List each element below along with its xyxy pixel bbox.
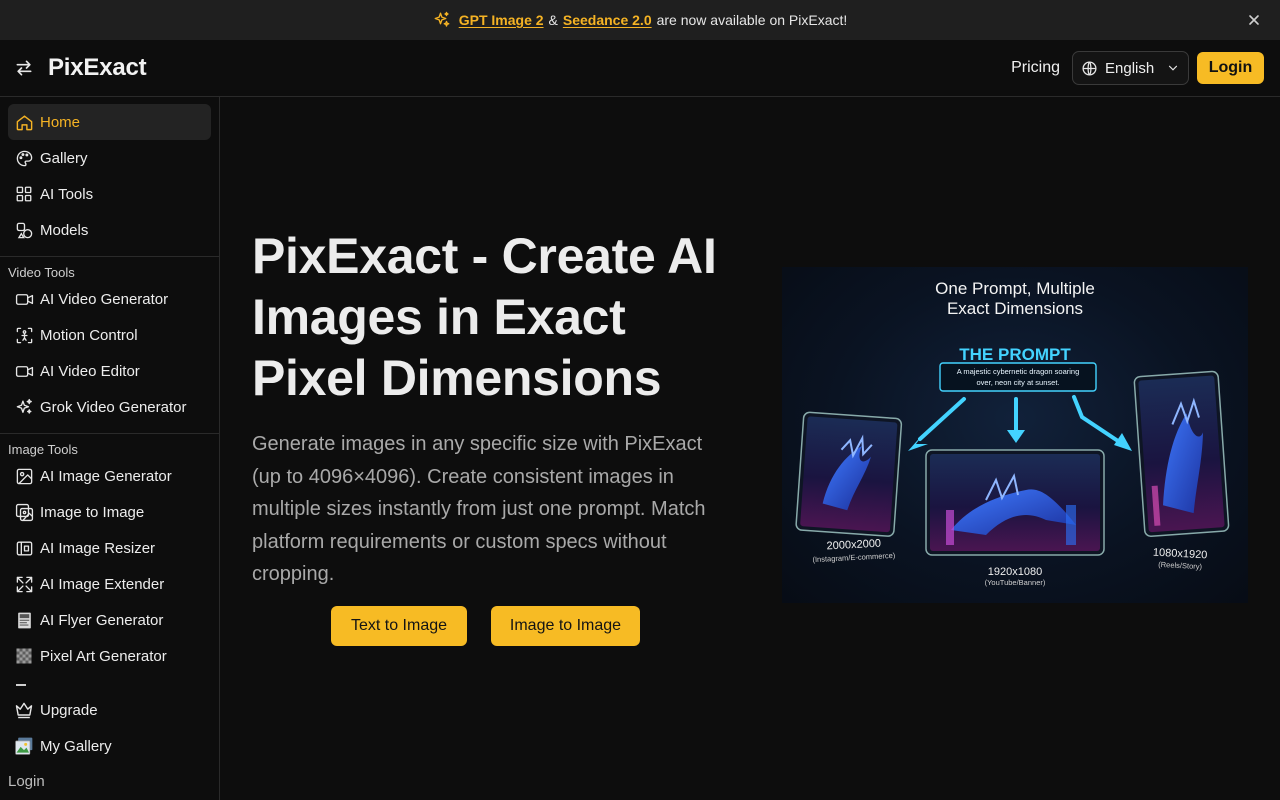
- flyer-icon: [14, 610, 34, 630]
- sidebar-item-home[interactable]: Home: [8, 104, 211, 140]
- image-to-image-button[interactable]: Image to Image: [491, 606, 640, 646]
- video-icon: [14, 361, 34, 381]
- hero-title: PixExact - Create AI Images in Exact Pix…: [252, 228, 717, 406]
- text-to-image-button[interactable]: Text to Image: [331, 606, 467, 646]
- chevron-down-icon: [1166, 61, 1180, 75]
- divider: [0, 433, 219, 434]
- center-size-label: 1920x1080: [988, 566, 1042, 578]
- pricing-link[interactable]: Pricing: [1011, 59, 1060, 77]
- sidebar-item-gallery[interactable]: Gallery: [8, 140, 211, 176]
- right-size-caption: (Reels/Story): [1158, 560, 1203, 571]
- sidebar-item-models[interactable]: Models: [8, 212, 211, 248]
- sidebar-item-label: Motion Control: [40, 326, 138, 344]
- video-icon: [14, 289, 34, 309]
- sidebar-toggle-icon[interactable]: [14, 58, 34, 78]
- sidebar-item-image-to-image[interactable]: Image to Image: [8, 494, 211, 530]
- globe-icon: [1081, 60, 1098, 77]
- resize-icon: [14, 538, 34, 558]
- sidebar-item-pixel-art-generator[interactable]: Pixel Art Generator: [8, 638, 211, 674]
- seedance-link[interactable]: Seedance 2.0: [563, 12, 652, 28]
- section-label-image-tools: Image Tools: [8, 442, 78, 457]
- sidebar-item-label: Gallery: [40, 149, 88, 167]
- announcement-text: are now available on PixExact!: [656, 12, 848, 28]
- sidebar-item-label: AI Image Resizer: [40, 539, 156, 557]
- amp-text: &: [548, 12, 558, 28]
- top-header: PixExact Pricing English Login: [0, 40, 1280, 97]
- language-select[interactable]: English: [1072, 51, 1189, 85]
- logo[interactable]: PixExact: [48, 54, 147, 82]
- prompt-line-1: A majestic cybernetic dragon soaring: [957, 367, 1080, 376]
- motion-icon: [14, 325, 34, 345]
- images-icon: [14, 502, 34, 522]
- sidebar-item-label: AI Image Generator: [40, 467, 172, 485]
- announcement-bar: GPT Image 2 & Seedance 2.0 are now avail…: [0, 0, 1280, 40]
- sparkles-icon: [433, 11, 451, 29]
- hero-image: One Prompt, Multiple Exact Dimensions TH…: [782, 267, 1248, 603]
- left-size-caption: (Instagram/E-commerce): [812, 551, 896, 564]
- expand-icon: [14, 574, 34, 594]
- sidebar-item-label: AI Tools: [40, 185, 94, 203]
- section-label-video-tools: Video Tools: [8, 265, 75, 280]
- pixel-icon: [14, 646, 34, 666]
- divider: [0, 256, 219, 257]
- sidebar-item-label: Models: [40, 221, 89, 239]
- sidebar-item-motion-control[interactable]: Motion Control: [8, 317, 211, 353]
- sidebar-login-link[interactable]: Login: [8, 773, 45, 790]
- sidebar-item-grok-video-generator[interactable]: Grok Video Generator: [8, 389, 211, 425]
- sidebar-item-ai-video-editor[interactable]: AI Video Editor: [8, 353, 211, 389]
- scroll-fade: [16, 684, 26, 686]
- hero-illustration: THE PROMPT A majestic cybernetic dragon …: [795, 345, 1230, 587]
- sidebar-item-label: Pixel Art Generator: [40, 647, 167, 665]
- sidebar-item-label: Home: [40, 113, 81, 131]
- sidebar: Home Gallery AI Tools Models Video Tools…: [0, 97, 220, 800]
- sidebar-item-ai-image-resizer[interactable]: AI Image Resizer: [8, 530, 211, 566]
- close-icon[interactable]: [1246, 12, 1262, 28]
- gpt-image-2-link[interactable]: GPT Image 2: [459, 12, 544, 28]
- image-icon: [14, 466, 34, 486]
- grid-icon: [14, 184, 34, 204]
- sidebar-item-ai-image-extender[interactable]: AI Image Extender: [8, 566, 211, 602]
- hero-description: Generate images in any specific size wit…: [252, 433, 706, 585]
- sidebar-item-label: Upgrade: [40, 701, 98, 719]
- left-size-label: 2000x2000: [826, 538, 881, 553]
- center-size-caption: (YouTube/Banner): [985, 578, 1046, 587]
- sidebar-item-label: AI Video Editor: [40, 362, 140, 380]
- crown-icon: [14, 700, 34, 720]
- home-icon: [14, 112, 34, 132]
- sidebar-item-my-gallery[interactable]: My Gallery: [8, 728, 211, 764]
- sidebar-item-ai-image-generator[interactable]: AI Image Generator: [8, 458, 211, 494]
- sidebar-item-label: AI Video Generator: [40, 290, 169, 308]
- sidebar-item-label: My Gallery: [40, 737, 112, 755]
- sidebar-item-label: Grok Video Generator: [40, 398, 187, 416]
- sidebar-item-ai-tools[interactable]: AI Tools: [8, 176, 211, 212]
- prompt-title: THE PROMPT: [959, 345, 1071, 364]
- login-button[interactable]: Login: [1197, 52, 1264, 84]
- prompt-line-2: over, neon city at sunset.: [977, 378, 1060, 387]
- sidebar-item-ai-video-generator[interactable]: AI Video Generator: [8, 281, 211, 317]
- sparkles-icon: [14, 397, 34, 417]
- palette-icon: [14, 148, 34, 168]
- sidebar-item-label: AI Image Extender: [40, 575, 165, 593]
- shapes-icon: [14, 220, 34, 240]
- language-label: English: [1105, 59, 1155, 77]
- sidebar-item-label: Image to Image: [40, 503, 145, 521]
- sidebar-item-upgrade[interactable]: Upgrade: [8, 692, 211, 728]
- sidebar-item-label: AI Flyer Generator: [40, 611, 164, 629]
- gallery-icon: [14, 736, 34, 756]
- sidebar-item-ai-flyer-generator[interactable]: AI Flyer Generator: [8, 602, 211, 638]
